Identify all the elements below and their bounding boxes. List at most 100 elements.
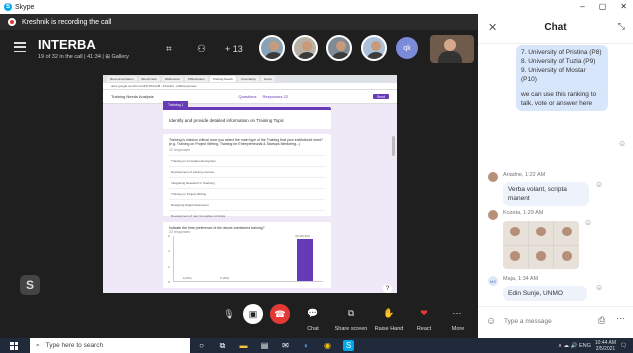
chart-y-tick: 0 — [168, 280, 170, 284]
question-text: Training is mission critical once you se… — [169, 138, 323, 146]
chart-y-tick: 2 — [168, 264, 170, 269]
participant-avatar[interactable] — [361, 35, 387, 61]
call-subtitle: 19 of 32 in the call | 41:34 | ⊞ Gallery — [38, 54, 129, 60]
chat-button[interactable]: 💬 — [304, 304, 322, 322]
participant-avatar[interactable] — [326, 35, 352, 61]
recording-text: Kreshnik is recording the call — [22, 18, 112, 26]
option-item: Designing Digital Classroom — [169, 199, 325, 210]
self-video-preview[interactable] — [430, 35, 474, 63]
cortana-icon[interactable]: ○ — [196, 340, 207, 351]
chat-compose: ☺ ⎙ ⋯ — [478, 306, 633, 338]
taskbar-apps: ○ ⧉ ▬ ▤ ✉ ◐ ◉ S — [196, 340, 354, 351]
call-controls: 🎙 ▣ ☎ 💬 Chat ⧉ Share screen ✋ Raise Hand… — [0, 302, 478, 338]
option-item: Development of training courses — [169, 166, 325, 177]
react-smile-icon[interactable]: ☺ — [595, 283, 603, 292]
chat-message-bubble: Verba volant, scripta manent — [503, 182, 589, 206]
browser-tab: Uncertainty — [237, 76, 259, 82]
store-icon[interactable]: ▤ — [259, 340, 270, 351]
browser-tab: WeReceive — [161, 76, 183, 82]
section-title: Identify and provide detailed informatio… — [169, 118, 284, 123]
call-title: INTERBA — [38, 37, 96, 52]
maximize-button[interactable]: ▢ — [599, 0, 607, 14]
option-item: Development of new innovative curricula — [169, 210, 325, 221]
layout-icon[interactable]: ⌗ — [166, 44, 172, 55]
shared-screen: Recommendation Benchmark WeReceive MSFac… — [103, 75, 397, 293]
more-button[interactable]: ⋯ — [448, 304, 466, 322]
chat-message-line: we can use this ranking to talk, vote or… — [521, 91, 597, 107]
participant-avatar-initials[interactable]: qk — [396, 37, 418, 59]
react-smile-icon[interactable]: ☺ — [584, 218, 592, 227]
recording-banner: Kreshnik is recording the call — [0, 14, 478, 30]
more-label: More — [451, 326, 465, 332]
edge-icon[interactable]: ◐ — [301, 340, 312, 351]
maja-avatar: MS — [488, 276, 498, 286]
chart-y-tick: 6 — [168, 234, 170, 238]
skype-watermark-icon: S — [20, 275, 40, 295]
chart-data-label: 0 (0%) — [220, 276, 230, 280]
raise-hand-button[interactable]: ✋ — [380, 304, 398, 322]
message-meta: Maja, 1:34 AM — [503, 276, 539, 282]
participant-avatar[interactable] — [292, 35, 318, 61]
recording-icon — [8, 18, 16, 26]
message-meta: Kozeta, 1:29 AM — [503, 210, 544, 216]
close-window-button[interactable]: ✕ — [620, 0, 627, 14]
call-stage: INTERBA 19 of 32 in the call | 41:34 | ⊞… — [0, 30, 478, 338]
browser-tab-active: Training Needs — [209, 76, 236, 82]
participant-avatar[interactable] — [259, 35, 285, 61]
scrollbar — [392, 136, 395, 156]
browser-tabs: Recommendation Benchmark WeReceive MSFac… — [103, 75, 397, 83]
react-smile-icon[interactable]: ☺ — [618, 139, 626, 148]
add-people-icon[interactable]: ⚇ — [197, 44, 206, 55]
form-section-card: Training 1 Identify and provide detailed… — [163, 101, 331, 129]
chat-message-line: 9. University of Mostar (P10) — [521, 67, 586, 83]
skype-taskbar-icon[interactable]: S — [343, 340, 354, 351]
emoji-icon[interactable]: ☺ — [486, 316, 496, 327]
help-icon[interactable]: ? — [383, 284, 392, 293]
section-tag: Training 1 — [163, 101, 189, 109]
more-participants-count[interactable]: + 13 — [225, 44, 243, 54]
chat-panel: ✕ Chat ⤡ 7. University of Pristina (P8) … — [478, 14, 633, 338]
system-tray: ∧ ☁ 🔊 ENG 10:44 AM 2/5/2021 🗨 — [558, 338, 627, 353]
option-item: Training on Project Writing — [169, 188, 325, 199]
chat-message-line: 7. University of Pristina (P8) — [521, 49, 602, 56]
expand-icon[interactable]: ⤡ — [618, 21, 625, 32]
menu-icon[interactable] — [14, 42, 26, 52]
browser-tab: Home — [260, 76, 275, 82]
question-card: Indicate the time preference of the abov… — [163, 222, 331, 288]
response-count: 22 responses — [169, 148, 191, 152]
end-call-button[interactable]: ☎ — [270, 304, 290, 324]
form-header: Training Needs Analysis Questions Respon… — [103, 90, 397, 104]
form-body: Training 1 Identify and provide detailed… — [103, 101, 397, 293]
chat-title: Chat — [544, 22, 567, 33]
form-send-button: Send — [372, 94, 389, 99]
chat-message-input[interactable] — [500, 313, 588, 329]
windows-start-icon[interactable] — [10, 341, 18, 350]
form-subtabs: Questions Responses 22 — [238, 94, 288, 99]
camera-button[interactable]: ▣ — [243, 304, 263, 324]
question-card: Training is mission critical once you se… — [163, 134, 331, 218]
attach-icon[interactable]: ⎙ — [598, 315, 605, 326]
tab-questions: Questions — [238, 94, 257, 99]
mute-mic-button[interactable]: 🎙 — [219, 304, 239, 324]
notifications-icon[interactable]: 🗨 — [620, 343, 627, 349]
browser-tab: Benchmark — [138, 76, 160, 82]
option-item: Training on innovation Ecosystem — [169, 155, 325, 166]
tray-icons[interactable]: ∧ ☁ 🔊 ENG — [558, 343, 591, 349]
minimize-button[interactable]: – — [580, 0, 584, 14]
react-smile-icon[interactable]: ☺ — [595, 180, 603, 189]
mail-icon[interactable]: ✉ — [280, 340, 291, 351]
clock[interactable]: 10:44 AM 2/5/2021 — [595, 340, 616, 352]
react-button[interactable]: ❤ — [415, 304, 433, 322]
chat-message-line: 8. University of Tuzla (P9) — [521, 58, 596, 65]
share-screen-button[interactable]: ⧉ — [342, 304, 360, 322]
file-explorer-icon[interactable]: ▬ — [238, 340, 249, 351]
taskbar-search[interactable]: ⌕ Type here to search — [30, 338, 190, 353]
chrome-icon[interactable]: ◉ — [322, 340, 333, 351]
ariadne-avatar — [488, 172, 498, 182]
chat-more-icon[interactable]: ⋯ — [616, 313, 625, 324]
windows-taskbar: ⌕ Type here to search ○ ⧉ ▬ ▤ ✉ ◐ ◉ S ∧ … — [0, 338, 633, 353]
clock-date: 2/5/2021 — [595, 345, 616, 352]
task-view-icon[interactable]: ⧉ — [217, 340, 228, 351]
response-bar-chart: 0 (0%) 0 (0%) 20 (90.9%) 6 4 2 0 — [168, 234, 323, 284]
shared-photo[interactable] — [503, 221, 579, 269]
